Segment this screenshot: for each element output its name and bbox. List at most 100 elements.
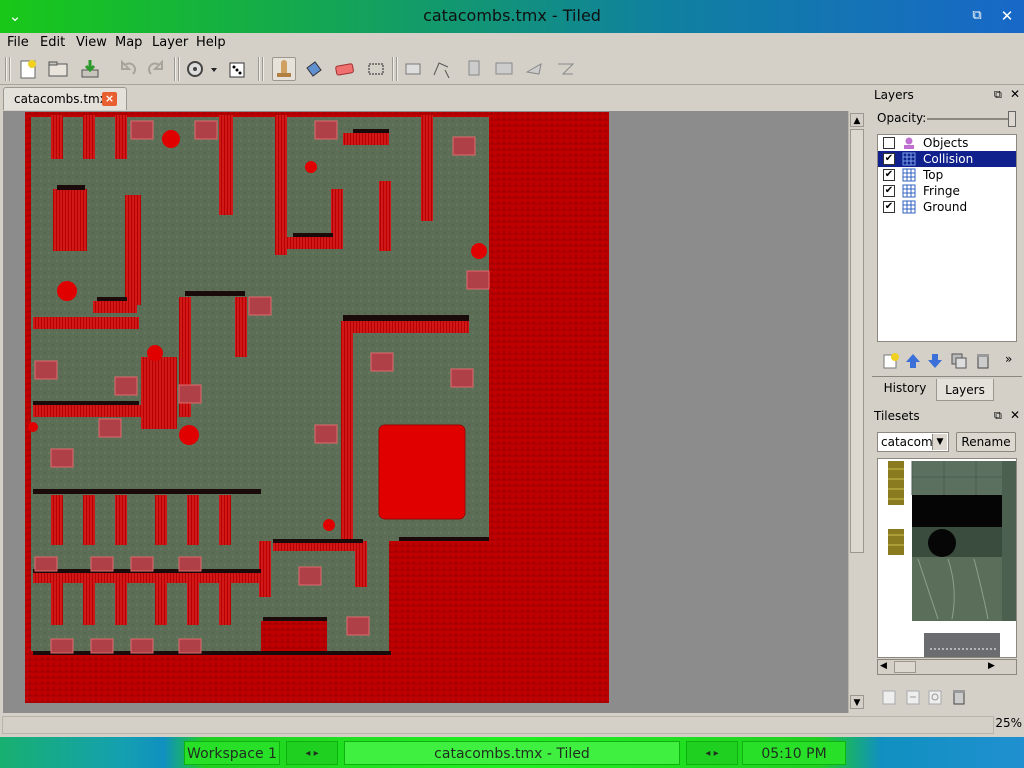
remove-tileset-icon[interactable] [950,688,968,706]
undock-icon[interactable]: ⧉ [994,88,1002,102]
tileset-select[interactable]: catacomb ▼ [877,432,949,452]
tile-layer-icon [902,168,916,182]
menu-view[interactable]: View [76,35,107,50]
close-icon[interactable]: ✕ [996,5,1018,27]
window-arrows[interactable]: ◂ ▸ [686,741,738,765]
layer-visibility-checkbox[interactable] [883,137,895,149]
new-tileset-icon[interactable] [880,688,898,706]
layer-name: Fringe [923,184,960,198]
import-tileset-icon[interactable] [904,688,922,706]
random-mode-button[interactable] [184,57,220,81]
random-icon [187,61,217,77]
layer-actions: » [880,350,1020,372]
toolbar-grip-2[interactable] [174,57,180,81]
lower-layer-icon[interactable] [926,352,944,370]
edit-polygons-button[interactable] [430,57,454,81]
undo-button[interactable] [116,57,140,81]
scroll-left-icon[interactable]: ◀ [880,661,887,671]
redo-button[interactable] [144,57,168,81]
tab-label: catacombs.tmx [14,92,107,106]
scroll-up-icon[interactable]: ▲ [850,113,864,127]
taskbar: Workspace 1 ◂ ▸ catacombs.tmx - Tiled ◂ … [0,737,1024,768]
eraser-button[interactable] [332,57,356,81]
opacity-slider-handle[interactable] [1008,111,1016,127]
eraser-icon [335,63,354,76]
new-map-button[interactable] [16,57,40,81]
insert-polyline-button[interactable] [554,57,578,81]
scroll-thumb[interactable] [850,129,864,553]
tileset-hscroll-thumb[interactable] [894,661,916,673]
redo-icon [148,59,163,75]
menu-edit[interactable]: Edit [40,35,65,50]
document-tab-bar [0,86,866,110]
layer-visibility-checkbox[interactable]: ✔ [883,169,895,181]
panel-close-icon[interactable]: ✕ [1010,87,1020,101]
raise-layer-icon[interactable] [904,352,922,370]
menu-layer[interactable]: Layer [152,35,188,50]
edit-polygons-icon [433,62,450,79]
new-map-icon [20,60,36,79]
layer-row-objects[interactable]: Objects [878,135,1016,151]
layer-row-ground[interactable]: ✔ Ground [878,199,1016,215]
tileset-undock-icon[interactable]: ⧉ [994,409,1002,423]
toolbar-grip-4[interactable] [392,57,398,81]
map-canvas[interactable] [3,111,848,713]
save-icon [81,60,99,78]
tab-layers[interactable]: Layers [936,379,994,401]
tab-history[interactable]: History [876,381,934,399]
map-vertical-scrollbar[interactable]: ▲ ▼ [848,111,865,713]
dice-button[interactable] [226,57,250,81]
rename-button[interactable]: Rename [956,432,1016,452]
layer-name: Objects [923,136,969,150]
layer-row-top[interactable]: ✔ Top [878,167,1016,183]
insert-image-icon [495,62,513,75]
layer-row-collision[interactable]: ✔ Collision [878,151,1016,167]
insert-polygon-button[interactable] [522,57,546,81]
tab-catacombs[interactable]: catacombs.tmx × [3,87,127,110]
stamp-brush-button[interactable] [272,57,296,81]
layers-list[interactable]: Objects ✔ Collision ✔ Top ✔ Fringe ✔ Gro… [877,134,1017,342]
menu-file[interactable]: File [7,35,29,50]
delete-layer-icon[interactable] [974,352,992,370]
tileset-hscrollbar[interactable]: ◀ ▶ [877,659,1017,675]
chevron-down-icon[interactable]: ▼ [932,434,947,450]
open-button[interactable] [46,57,70,81]
tab-close-icon[interactable]: × [102,92,117,106]
menu-help[interactable]: Help [196,35,226,50]
toolbar-grip[interactable] [5,57,11,81]
workspace-arrows[interactable]: ◂ ▸ [286,741,338,765]
workspace-switcher[interactable]: Workspace 1 [184,741,280,765]
rect-select-button[interactable] [364,57,388,81]
open-icon [48,61,68,77]
layer-visibility-checkbox[interactable]: ✔ [883,201,895,213]
select-objects-button[interactable] [402,57,426,81]
scroll-down-icon[interactable]: ▼ [850,695,864,709]
taskbar-window-item[interactable]: catacombs.tmx - Tiled [344,741,680,765]
insert-polygon-icon [525,63,542,75]
window-title-bar[interactable]: ⌄ catacombs.tmx - Tiled ⧉ ✕ [0,0,1024,33]
opacity-slider[interactable] [927,111,1016,127]
bucket-fill-button[interactable] [302,57,326,81]
tileset-properties-icon[interactable] [926,688,944,706]
tileset-view[interactable] [877,458,1017,658]
duplicate-layer-icon[interactable] [950,352,968,370]
insert-rectangle-button[interactable] [462,57,486,81]
tileset-actions [880,687,1000,707]
select-icon [368,63,384,75]
scroll-right-icon[interactable]: ▶ [988,661,995,671]
select-objects-icon [405,63,421,75]
layer-visibility-checkbox[interactable]: ✔ [883,185,895,197]
save-button[interactable] [78,57,102,81]
restore-icon[interactable]: ⧉ [966,5,988,27]
add-layer-icon[interactable] [882,352,900,370]
menu-map[interactable]: Map [115,35,142,50]
tileset-close-icon[interactable]: ✕ [1010,408,1020,422]
insert-image-button[interactable] [492,57,516,81]
layer-visibility-checkbox[interactable]: ✔ [883,153,895,165]
toolbar-grip-3[interactable] [258,57,264,81]
layer-row-fringe[interactable]: ✔ Fringe [878,183,1016,199]
insert-rectangle-icon [468,60,480,76]
stamp-icon [277,60,291,77]
tile-layer-icon [902,200,916,214]
more-icon[interactable]: » [1005,352,1012,366]
